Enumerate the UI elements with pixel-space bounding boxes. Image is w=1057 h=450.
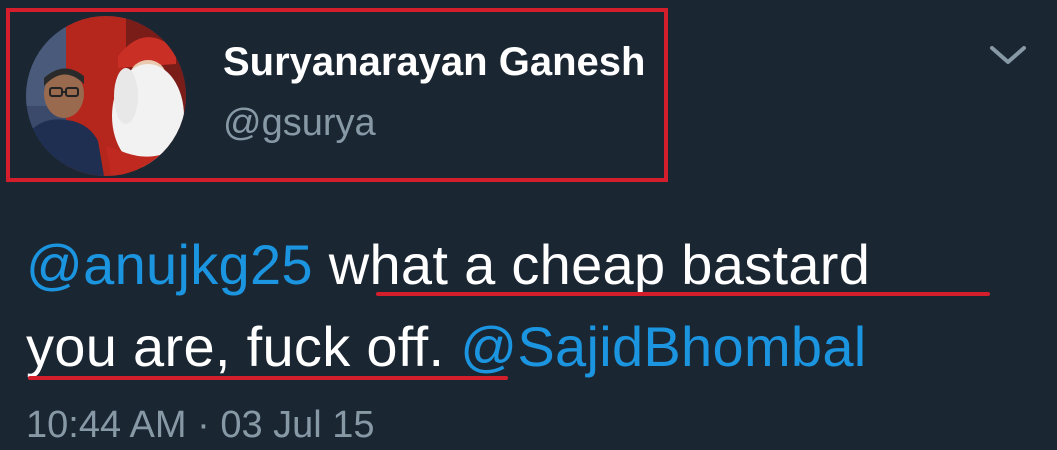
tweet-body: @anujkg25 what a cheap bastard you are, …: [26, 224, 1036, 388]
mention-link[interactable]: @anujkg25: [26, 233, 313, 296]
tweet-card[interactable]: Suryanarayan Ganesh @gsurya @anujkg25 wh…: [0, 0, 1057, 450]
mention-link[interactable]: @SajidBhombal: [460, 315, 866, 378]
highlight-underline: [28, 376, 508, 380]
tweet-text-segment: what a cheap bastard: [328, 233, 871, 296]
avatar-photo-icon: [26, 16, 186, 176]
avatar[interactable]: [26, 16, 186, 176]
author-handle[interactable]: @gsurya: [223, 100, 376, 146]
chevron-down-icon[interactable]: [986, 42, 1030, 70]
highlight-underline: [376, 292, 990, 296]
tweet-text-segment: you are, fuck off.: [26, 315, 445, 378]
tweet-timestamp[interactable]: 10:44 AM · 03 Jul 15: [26, 402, 375, 448]
author-display-name[interactable]: Suryanarayan Ganesh: [223, 38, 645, 86]
